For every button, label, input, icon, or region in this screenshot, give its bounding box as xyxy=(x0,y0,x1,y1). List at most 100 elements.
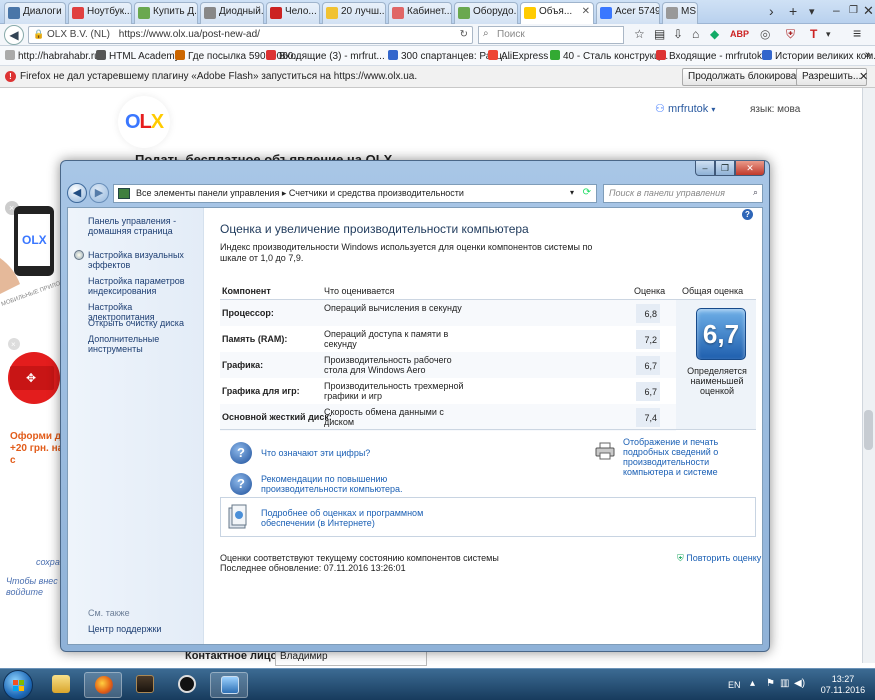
bookmark-item[interactable]: HTML Academy xyxy=(96,50,180,62)
language-switch[interactable]: язык: мова xyxy=(750,104,800,115)
page-scrollbar-thumb[interactable] xyxy=(864,410,873,450)
address-dropdown-icon[interactable]: ▾ xyxy=(570,188,574,197)
network-icon[interactable]: ▥ xyxy=(780,678,789,689)
extension-icon[interactable]: ◎ xyxy=(760,27,770,41)
dialog-minimize-button[interactable]: – xyxy=(695,161,715,176)
web-search-input[interactable]: ⌕ Поиск xyxy=(478,26,624,44)
bookmark-favicon-icon xyxy=(550,50,560,60)
rerun-assessment-link[interactable]: ⛨ Повторить оценку xyxy=(677,553,761,564)
what-numbers-mean-link[interactable]: Что означают эти цифры? xyxy=(261,448,411,458)
translate-icon[interactable]: T xyxy=(810,27,817,41)
browser-tab[interactable]: Оборудо... xyxy=(454,2,518,24)
bookmark-item[interactable]: Истории великих ком... xyxy=(762,50,875,62)
browser-nav-bar: ◀ 🔒 OLX B.V. (NL) https://www.olx.ua/pos… xyxy=(0,24,875,46)
table-row: Основной жесткий диск: Скорость обмена да… xyxy=(220,404,676,431)
olx-logo[interactable]: OLX xyxy=(118,96,170,148)
taskbar-app[interactable] xyxy=(126,672,164,698)
new-tab-icon[interactable]: + xyxy=(789,3,797,19)
tray-expand-icon[interactable]: ▴ xyxy=(750,678,755,689)
rerun-assessment-label: Повторить оценку xyxy=(686,553,762,563)
clock-time[interactable]: 13:27 xyxy=(818,674,868,684)
browser-tab[interactable]: Чело... xyxy=(266,2,320,24)
taskbar-explorer[interactable] xyxy=(42,672,80,698)
browser-tab[interactable]: MS xyxy=(662,2,698,24)
bookmark-item[interactable]: AliExpress xyxy=(488,50,548,62)
mobile-app-promo-image[interactable]: × OLX МОБИЛЬНЫЕ ПРИЛОЖЕНИЯ xyxy=(0,198,60,318)
task-link[interactable]: Открыть очистку диска xyxy=(88,318,200,328)
bookmark-item[interactable]: Входящие - mrfrutok... xyxy=(656,50,770,62)
print-details-link[interactable]: Отображение и печать подробных сведений … xyxy=(623,437,759,477)
help-icon[interactable]: ? xyxy=(742,209,753,220)
task-link[interactable]: Настройка визуальных эффектов xyxy=(88,250,200,270)
browser-tab[interactable]: Объя... ✕ xyxy=(520,2,594,24)
url-bar[interactable]: 🔒 OLX B.V. (NL) https://www.olx.ua/post-… xyxy=(28,26,473,44)
continue-blocking-button[interactable]: Продолжать блокировать xyxy=(682,68,812,86)
window-maximize-icon[interactable]: ❐ xyxy=(849,5,858,16)
explorer-nav-bar: ◀ ▶ Все элементы панели управления ▸ Сче… xyxy=(67,183,763,205)
bookmarks-overflow-icon[interactable]: » xyxy=(865,49,871,61)
action-center-flag-icon[interactable]: ⚑ xyxy=(766,678,775,689)
search-placeholder: Поиск xyxy=(497,29,525,40)
control-panel-icon xyxy=(118,188,130,199)
bookmark-star-icon[interactable]: ☆ xyxy=(634,27,645,41)
browser-tab[interactable]: Acer 5749... xyxy=(596,2,660,24)
task-link[interactable]: Дополнительные инструменты xyxy=(88,334,200,354)
page-scrollbar[interactable] xyxy=(862,88,875,663)
browser-tab[interactable]: 20 лучш... xyxy=(322,2,386,24)
start-button[interactable] xyxy=(3,670,33,700)
user-menu[interactable]: ⚇ mrfrutok ▾ xyxy=(655,102,715,115)
menu-icon[interactable]: ≡ xyxy=(853,25,861,41)
taskbar-media[interactable] xyxy=(168,672,206,698)
taskbar-control-panel[interactable] xyxy=(210,672,248,698)
task-link[interactable]: Настройка параметров индексирования xyxy=(88,276,200,296)
panel-title: Оценка и увеличение производительности к… xyxy=(220,222,529,236)
browser-tab[interactable]: Диалоги xyxy=(4,2,66,24)
window-close-icon[interactable]: ✕ xyxy=(863,3,874,19)
dialog-maximize-button[interactable]: ❐ xyxy=(715,161,735,176)
allow-plugin-button[interactable]: Разрешить... xyxy=(796,68,868,86)
home-icon[interactable]: ⌂ xyxy=(692,27,699,41)
explorer-forward-button[interactable]: ▶ xyxy=(89,183,109,203)
pocket-icon[interactable]: ◆ xyxy=(710,27,719,41)
url-text[interactable]: https://www.olx.ua/post-new-ad/ xyxy=(119,29,260,40)
browser-tab[interactable]: Диодный... xyxy=(200,2,264,24)
bookmark-item[interactable]: Входящие (3) - mrfrut... xyxy=(266,50,385,62)
ublock-icon[interactable]: ⛨ xyxy=(786,27,795,42)
bookmark-favicon-icon xyxy=(762,50,772,60)
browser-tab[interactable]: Ноутбук... xyxy=(68,2,132,24)
browser-tab[interactable]: Кабинет... xyxy=(388,2,452,24)
input-language[interactable]: EN xyxy=(728,680,741,690)
tab-scroll-right-icon[interactable]: › xyxy=(769,3,774,19)
site-identity[interactable]: OLX B.V. (NL) xyxy=(47,29,110,40)
reading-list-icon[interactable]: ▤ xyxy=(654,27,665,41)
clock-date[interactable]: 07.11.2016 xyxy=(812,685,874,695)
close-notification-icon[interactable]: ✕ xyxy=(859,70,868,83)
dialog-close-button[interactable]: ✕ xyxy=(735,161,765,176)
downloads-icon[interactable]: ⇩ xyxy=(673,27,683,41)
reload-icon[interactable]: ↻ xyxy=(460,29,468,40)
game-icon xyxy=(136,675,154,693)
explorer-back-button[interactable]: ◀ xyxy=(67,183,87,203)
volume-icon[interactable]: ◀) xyxy=(794,678,805,689)
tab-list-icon[interactable]: ▾ xyxy=(809,5,815,18)
dropdown-icon[interactable]: ▾ xyxy=(826,29,831,40)
adblock-icon[interactable]: ABP xyxy=(730,29,749,39)
browser-tab[interactable]: Купить Д... xyxy=(134,2,198,24)
control-panel-home-link[interactable]: Панель управления - домашняя страница xyxy=(88,216,200,236)
refresh-icon[interactable]: ⟳ xyxy=(583,187,591,198)
bookmark-item[interactable]: 40 - Сталь конструкц... xyxy=(550,50,668,62)
subscore: 7,2 xyxy=(636,330,660,349)
explorer-address-bar[interactable]: Все элементы панели управления ▸ Счетчик… xyxy=(113,184,597,203)
tab-label: Объя... xyxy=(539,6,573,17)
tab-close-icon[interactable]: ✕ xyxy=(582,6,590,17)
window-minimize-icon[interactable]: – xyxy=(833,3,840,17)
taskbar-firefox[interactable] xyxy=(84,672,122,698)
bookmark-item[interactable]: http://habrahabr.ru/ xyxy=(5,50,103,62)
delivery-promo-image[interactable]: × ✥ xyxy=(4,338,62,408)
action-center-link[interactable]: Центр поддержки xyxy=(88,624,200,634)
back-button[interactable]: ◀ xyxy=(4,25,24,45)
more-about-scores-link[interactable]: Подробнее об оценках и программном обесп… xyxy=(261,508,431,528)
performance-tips-link[interactable]: Рекомендации по повышению производительн… xyxy=(261,474,421,494)
control-panel-search-input[interactable]: Поиск в панели управления ⌕ xyxy=(603,184,763,203)
user-icon: ⚇ xyxy=(655,103,665,115)
